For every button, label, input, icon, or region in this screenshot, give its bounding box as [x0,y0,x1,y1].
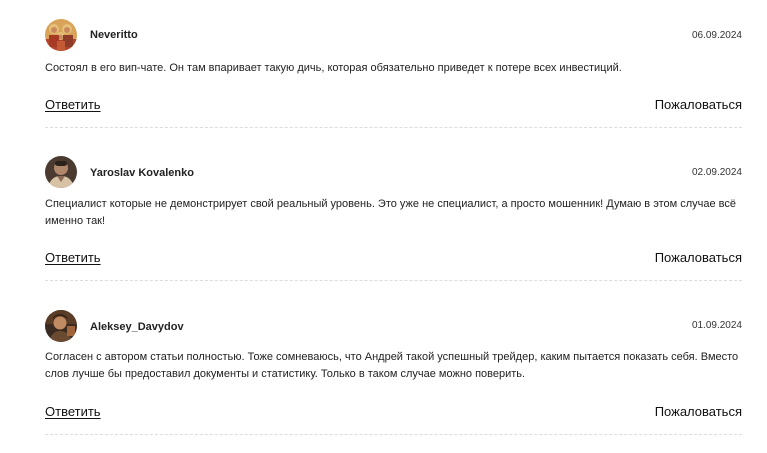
reply-link[interactable]: Ответить [45,404,101,419]
report-button[interactable]: Пожаловаться [655,404,742,419]
comment-item: Aleksey_Davydov 01.09.2024 Согласен с ав… [45,281,742,435]
comment-text: Специалист которые не демонстрирует свой… [45,198,737,227]
comment-text: Состоял в его вип-чате. Он там впаривает… [45,62,622,74]
comment-item: Yaroslav Kovalenko 02.09.2024 Специалист… [45,128,742,281]
avatar[interactable] [45,156,77,188]
comment-item: Neveritto 06.09.2024 Состоял в его вип-ч… [45,0,742,128]
comment-author: Neveritto [90,29,138,41]
comments-list: Neveritto 06.09.2024 Состоял в его вип-ч… [45,0,742,435]
reply-link[interactable]: Ответить [45,250,101,265]
comment-date: 02.09.2024 [691,167,742,178]
comment-date: 01.09.2024 [691,320,742,331]
avatar[interactable] [45,19,77,51]
icon-painting-avatar-icon [45,19,77,51]
comment-author: Aleksey_Davydov [90,321,184,333]
user-photo-avatar-icon [45,156,77,188]
avatar[interactable] [45,310,77,342]
user-photo-avatar-icon [45,310,77,342]
comment-text: Согласен с автором статьи полностью. Тож… [45,351,739,380]
report-button[interactable]: Пожаловаться [655,97,742,112]
reply-link[interactable]: Ответить [45,97,101,112]
comment-date: 06.09.2024 [691,30,742,41]
comment-author: Yaroslav Kovalenko [90,167,194,179]
report-button[interactable]: Пожаловаться [655,250,742,265]
